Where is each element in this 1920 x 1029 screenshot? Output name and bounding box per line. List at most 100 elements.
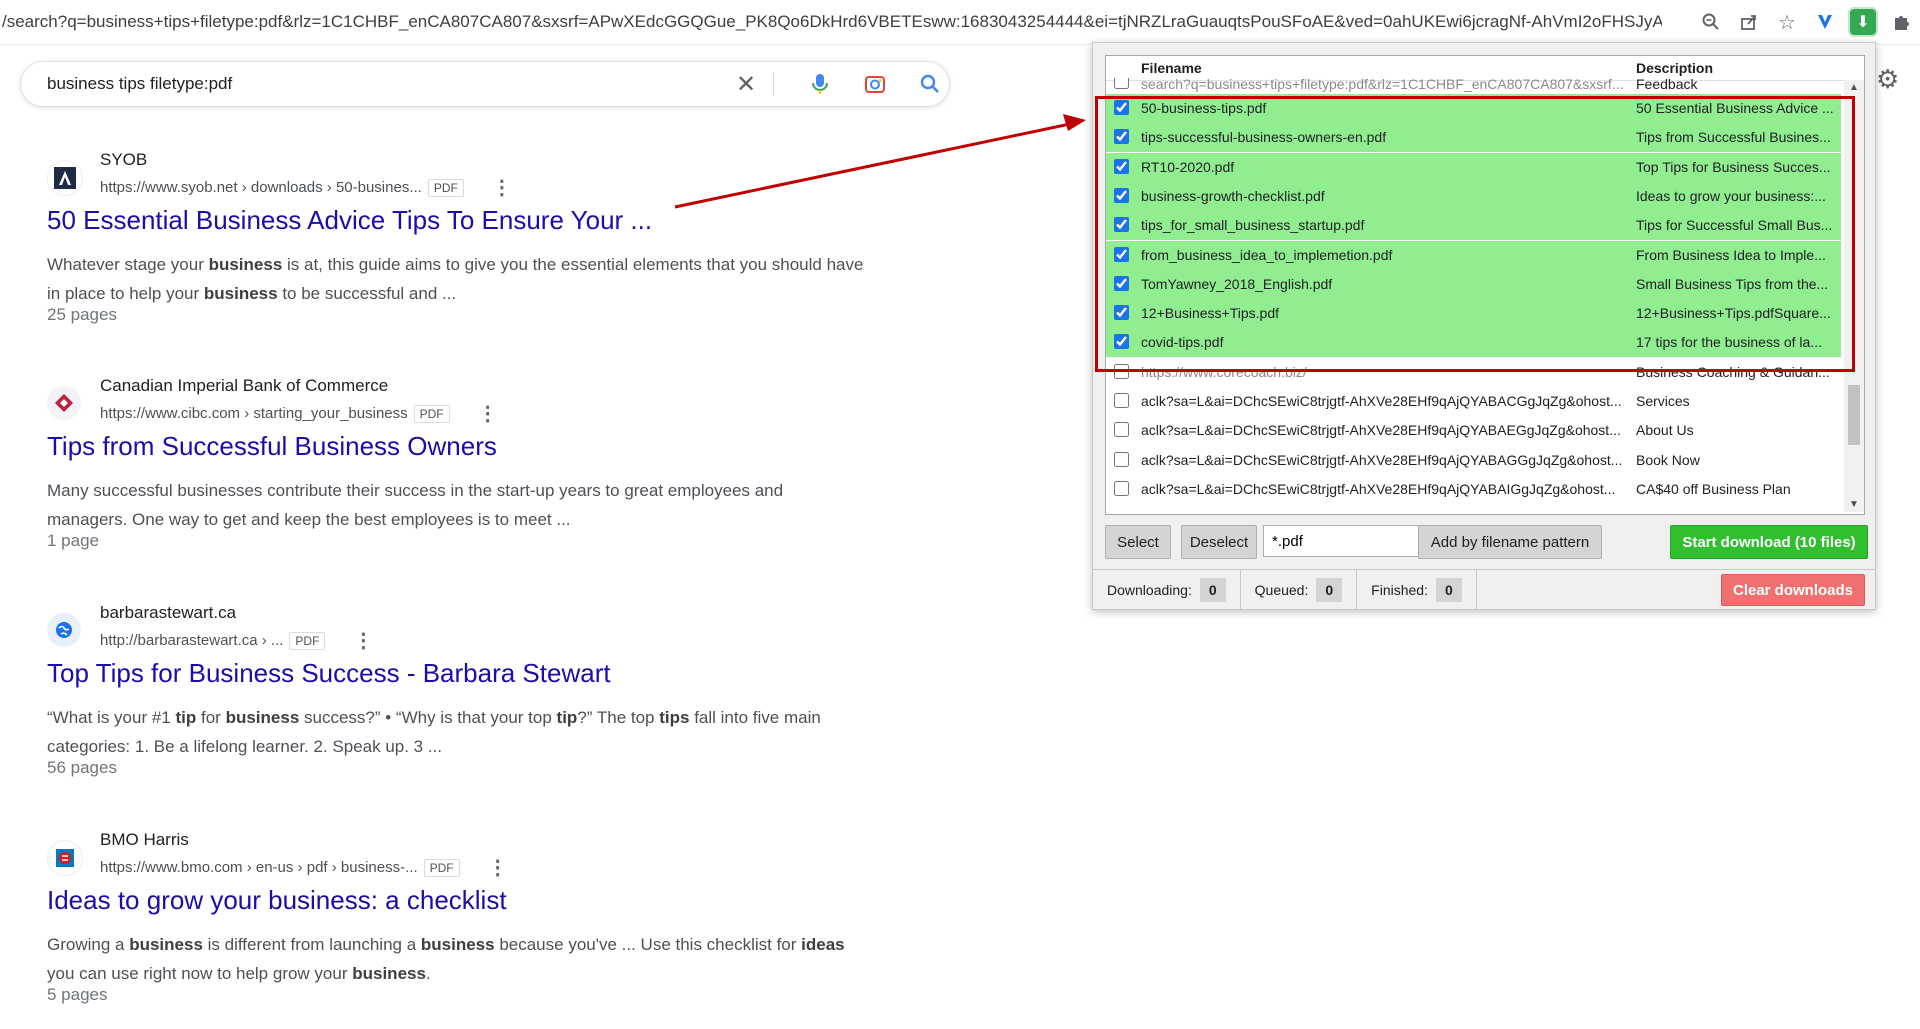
result-cite-text[interactable]: https://www.bmo.com › en-us › pdf › busi… — [100, 859, 418, 876]
scroll-down-arrow[interactable]: ▼ — [1849, 499, 1859, 510]
file-description: 17 tips for the business of la... — [1636, 334, 1822, 351]
more-options-icon[interactable]: ⋮ — [492, 175, 512, 200]
file-row[interactable]: https://www.corecoach.biz/Business Coach… — [1106, 358, 1841, 387]
file-checkbox[interactable] — [1114, 275, 1129, 291]
queued-count: 0 — [1316, 578, 1343, 602]
result-snippet: “What is your #1 tip for business succes… — [47, 708, 821, 756]
file-row[interactable]: aclk?sa=L&ai=DChcSEwiC8trjgtf-AhXVe28EHf… — [1106, 416, 1841, 445]
file-row[interactable]: tips_for_small_business_startup.pdf Tips … — [1106, 211, 1841, 241]
clear-icon[interactable]: ✕ — [732, 70, 760, 98]
pdf-tag: PDF — [413, 404, 450, 423]
vpn-extension-icon[interactable] — [1806, 0, 1844, 44]
search-input[interactable]: business tips filetype:pdf — [47, 74, 232, 94]
file-checkbox[interactable] — [1114, 246, 1129, 262]
zoom-icon[interactable] — [1692, 0, 1730, 44]
filename-column-header[interactable]: Filename — [1141, 60, 1202, 76]
result-cite-text[interactable]: http://barbarastewart.ca › ... — [100, 632, 283, 649]
download-extension-icon[interactable]: ⬇ — [1844, 0, 1882, 44]
file-description: Top Tips for Business Succes... — [1636, 158, 1831, 175]
pdf-tag: PDF — [289, 631, 326, 650]
finished-count: 0 — [1435, 578, 1462, 602]
file-row[interactable]: aclk?sa=L&ai=DChcSEwiC8trjgtf-AhXVe28EHf… — [1106, 446, 1841, 475]
file-checkbox[interactable] — [1114, 129, 1129, 145]
file-row[interactable]: covid-tips.pdf 17 tips for the business o… — [1106, 328, 1841, 358]
description-column-header[interactable]: Description — [1636, 60, 1713, 76]
result-title-link[interactable]: 50 Essential Business Advice Tips To Ens… — [47, 205, 652, 236]
downloading-count: 0 — [1199, 578, 1226, 602]
finished-status: Finished: 0 — [1357, 570, 1477, 610]
file-name: covid-tips.pdf — [1141, 334, 1224, 351]
file-checkbox[interactable] — [1114, 305, 1129, 321]
result-url: http://barbarastewart.ca › ... PDF ⋮ — [100, 628, 373, 653]
more-options-icon[interactable]: ⋮ — [353, 628, 373, 653]
file-row[interactable]: RT10-2020.pdf Top Tips for Business Succe… — [1106, 152, 1841, 182]
result-url: https://www.syob.net › downloads › 50-bu… — [100, 175, 512, 200]
search-box[interactable]: business tips filetype:pdf ✕ — [20, 61, 950, 107]
microphone-icon[interactable] — [806, 70, 834, 98]
file-row[interactable]: aclk?sa=L&ai=DChcSEwiC8trjgtf-AhXVe28EHf… — [1106, 475, 1841, 504]
select-button[interactable]: Select — [1105, 525, 1171, 559]
result-cite-text[interactable]: https://www.syob.net › downloads › 50-bu… — [100, 179, 422, 196]
settings-gear-icon[interactable]: ⚙ — [1876, 64, 1899, 95]
star-icon[interactable]: ☆ — [1768, 0, 1806, 44]
result-url: https://www.cibc.com › starting_your_bus… — [100, 401, 498, 426]
vertical-scrollbar[interactable]: ▲ ▼ — [1844, 80, 1864, 512]
result-cite-text[interactable]: https://www.cibc.com › starting_your_bus… — [100, 405, 408, 422]
file-description: About Us — [1636, 422, 1694, 439]
file-checkbox[interactable] — [1114, 187, 1129, 203]
file-name: TomYawney_2018_English.pdf — [1141, 275, 1333, 292]
pdf-tag: PDF — [427, 178, 464, 197]
file-row[interactable]: 50-business-tips.pdf 50 Essential Busines… — [1106, 94, 1841, 123]
result-title-link[interactable]: Ideas to grow your business: a checklist — [47, 885, 507, 916]
share-icon[interactable] — [1730, 0, 1768, 44]
result-title-link[interactable]: Top Tips for Business Success - Barbara … — [47, 658, 611, 689]
more-options-icon[interactable]: ⋮ — [478, 401, 498, 426]
camera-lens-icon[interactable] — [861, 70, 889, 98]
address-bar: /search?q=business+tips+filetype:pdf&rlz… — [0, 0, 1920, 45]
result-title-link[interactable]: Tips from Successful Business Owners — [47, 431, 497, 462]
file-description: Tips for Successful Small Bus... — [1636, 217, 1833, 234]
file-row[interactable]: business-growth-checklist.pdf Ideas to gr… — [1106, 181, 1841, 211]
queued-status: Queued: 0 — [1241, 570, 1358, 610]
result-snippet: Many successful businesses contribute th… — [47, 481, 784, 529]
file-row[interactable]: 12+Business+Tips.pdf 12+Business+Tips.pdf… — [1106, 299, 1841, 329]
file-checkbox[interactable] — [1114, 100, 1129, 115]
add-by-pattern-button[interactable]: Add by filename pattern — [1418, 525, 1602, 559]
result-site-name: Canadian Imperial Bank of Commerce — [100, 376, 389, 395]
file-name: from_business_idea_to_implemetion.pdf — [1141, 246, 1393, 263]
downloading-status: Downloading: 0 — [1093, 570, 1241, 610]
file-checkbox[interactable] — [1114, 422, 1129, 438]
scroll-up-arrow[interactable]: ▲ — [1849, 82, 1859, 93]
clear-downloads-button[interactable]: Clear downloads — [1721, 574, 1865, 606]
search-divider — [773, 72, 774, 96]
file-name: https://www.corecoach.biz/ — [1141, 363, 1307, 380]
file-checkbox[interactable] — [1114, 334, 1129, 350]
file-description: Feedback — [1636, 78, 1698, 92]
file-checkbox[interactable] — [1114, 451, 1129, 467]
file-row[interactable]: TomYawney_2018_English.pdf Small Business… — [1106, 269, 1841, 299]
file-checkbox[interactable] — [1114, 393, 1129, 408]
result-site-name: SYOB — [100, 150, 148, 169]
file-row[interactable]: tips-successful-business-owners-en.pdf Ti… — [1106, 123, 1841, 153]
globe-icon — [47, 613, 81, 647]
file-checkbox[interactable] — [1114, 217, 1129, 233]
file-row[interactable]: from_business_idea_to_implemetion.pdf Fro… — [1106, 240, 1841, 270]
more-options-icon[interactable]: ⋮ — [488, 855, 508, 880]
deselect-button[interactable]: Deselect — [1181, 525, 1257, 559]
file-name: aclk?sa=L&ai=DChcSEwiC8trjgtf-AhXVe28EHf… — [1141, 422, 1621, 439]
file-checkbox[interactable] — [1114, 158, 1129, 174]
filename-pattern-input[interactable] — [1263, 525, 1419, 557]
file-list: Filename Description search?q=business+t… — [1105, 55, 1865, 515]
puzzle-icon[interactable] — [1882, 0, 1920, 44]
file-row[interactable]: aclk?sa=L&ai=DChcSEwiC8trjgtf-AhXVe28EHf… — [1106, 387, 1841, 416]
search-icon[interactable] — [916, 70, 944, 98]
scrollbar-thumb[interactable] — [1848, 385, 1860, 445]
file-name: RT10-2020.pdf — [1141, 158, 1235, 175]
file-row-partial[interactable]: search?q=business+tips+filetype:pdf&rlz=… — [1106, 78, 1841, 92]
file-checkbox[interactable] — [1114, 78, 1129, 89]
start-download-button[interactable]: Start download (10 files) — [1670, 525, 1868, 559]
file-checkbox[interactable] — [1114, 480, 1129, 496]
file-checkbox[interactable] — [1114, 363, 1129, 379]
url-text[interactable]: /search?q=business+tips+filetype:pdf&rlz… — [2, 12, 1662, 32]
result-site-name: barbarastewart.ca — [100, 603, 237, 622]
